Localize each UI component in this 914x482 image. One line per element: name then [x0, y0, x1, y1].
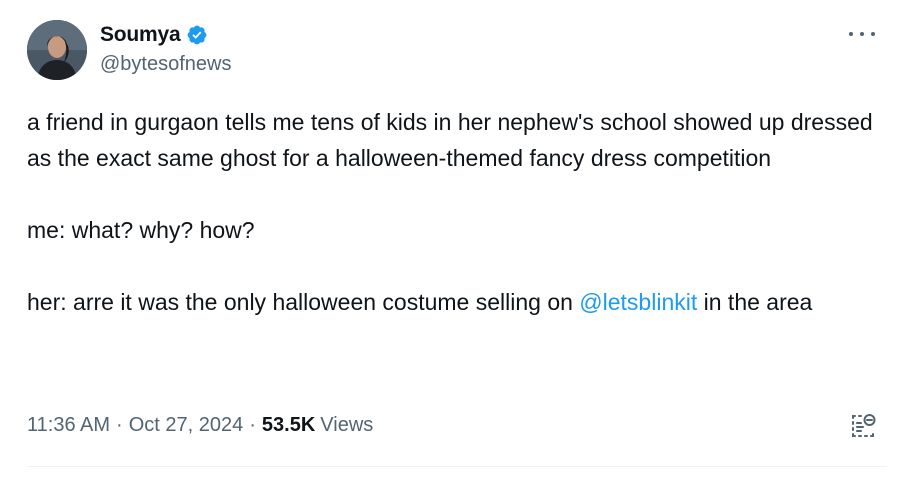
views-label: Views: [320, 414, 374, 436]
meta-separator: ·: [249, 414, 256, 436]
tweet-paragraph-1: a friend in gurgaon tells me tens of kid…: [27, 109, 873, 171]
tweet-time[interactable]: 11:36 AM: [27, 414, 110, 437]
tweet-text: a friend in gurgaon tells me tens of kid…: [27, 104, 887, 320]
avatar[interactable]: [27, 20, 87, 80]
divider: [27, 466, 887, 467]
verified-badge-icon[interactable]: [186, 24, 208, 46]
grok-analyze-icon[interactable]: [849, 412, 877, 440]
author-handle[interactable]: @bytesofnews: [100, 53, 231, 76]
tweet-paragraph-2: me: what? why? how?: [27, 217, 255, 243]
more-options-icon[interactable]: [849, 24, 875, 44]
tweet-paragraph-3-end: in the area: [697, 289, 813, 315]
meta-separator: ·: [116, 414, 123, 436]
tweet-paragraph-3: her: arre it was the only halloween cost…: [27, 284, 887, 320]
views-count: 53.5K: [261, 414, 316, 436]
avatar-image: [27, 20, 87, 80]
mention-link[interactable]: @letsblinkit: [579, 289, 697, 315]
tweet-date[interactable]: Oct 27, 2024: [129, 414, 244, 437]
author-display-name[interactable]: Soumya: [100, 23, 181, 47]
author-name-row: Soumya: [100, 22, 208, 48]
tweet-meta: 11:36 AM · Oct 27, 2024 · 53.5K Views: [27, 414, 373, 437]
tweet-paragraph-3-start: her: arre it was the only halloween cost…: [27, 289, 580, 315]
tweet-card: Soumya @bytesofnews a friend in gurgaon …: [0, 0, 914, 482]
